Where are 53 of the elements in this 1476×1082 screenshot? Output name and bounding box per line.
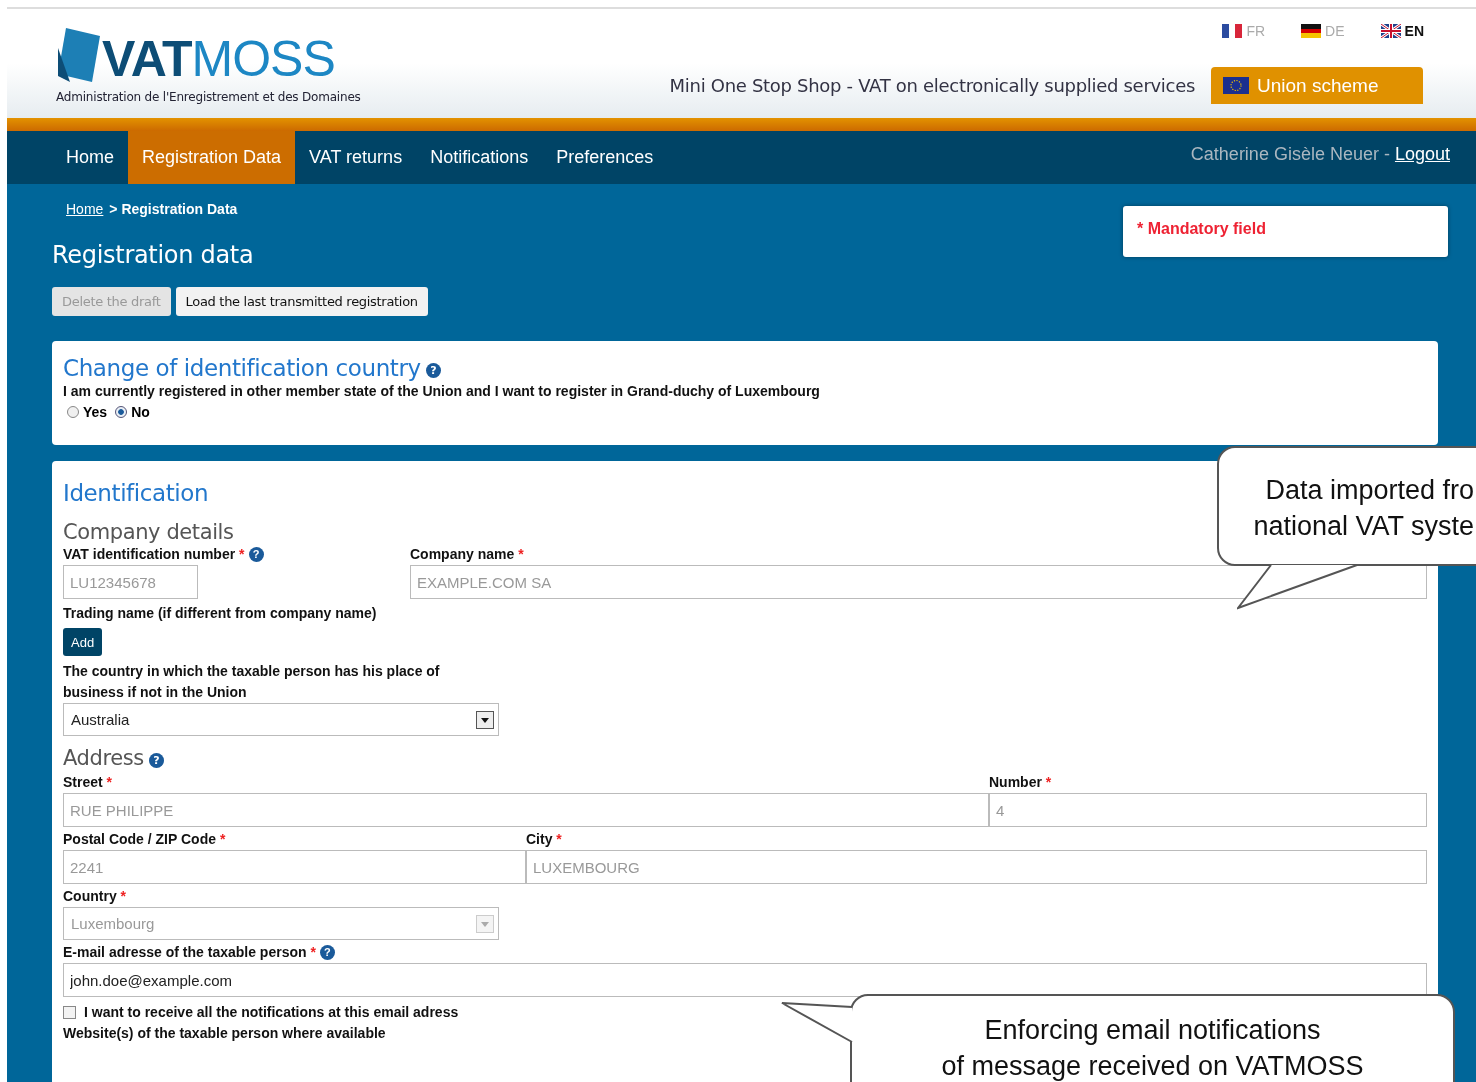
help-icon[interactable]: ? [319, 945, 335, 960]
organization-name: Administration de l'Enregistrement et des Domaines [56, 90, 361, 104]
field-label: Website(s) of the taxable person where available [63, 1024, 386, 1043]
radio-label: No [131, 404, 150, 420]
field-label: Street * [63, 773, 113, 792]
checkbox-label: I want to receive all the notifications at this email adress [84, 1003, 459, 1022]
language-link[interactable]: EN [1380, 23, 1424, 39]
section-title: Change of identification country [63, 355, 421, 381]
user-name: Catherine Gisèle Neuer - [1190, 144, 1390, 165]
action-button[interactable]: Load the last transmitted registration [175, 287, 428, 316]
field-label: City * [526, 830, 562, 849]
logo-icon [56, 26, 100, 84]
question-text: I am currently registered in other member state of the Union and I want to register in Grand-duchy of Luxembourg [63, 382, 821, 401]
help-icon[interactable]: ? [425, 363, 441, 378]
field-label: VAT identification number * [63, 545, 245, 564]
checkbox[interactable] [63, 1006, 76, 1019]
caret-icon [476, 914, 494, 933]
add-button[interactable]: Add [63, 628, 103, 656]
nav-tab[interactable]: Preferences [542, 131, 668, 184]
subsection-title: Address [63, 746, 144, 770]
breadcrumb-link[interactable]: Home [66, 201, 104, 217]
page-title: Registration data [52, 241, 255, 269]
tagline: Mini One Stop Shop - VAT on electronically supplied services [669, 75, 1195, 98]
eu-flag-icon [1223, 77, 1249, 94]
callout: Enforcing email notifications of message received on VATMOSS [850, 994, 1455, 1082]
radio-button[interactable] [67, 406, 79, 418]
flag-icon [1222, 24, 1243, 38]
radio-label: Yes [83, 404, 108, 420]
field-label: The country in which the taxable person has his place of business if not in the Union [63, 663, 440, 700]
section-title: Identification [63, 480, 209, 506]
breadcrumb-current: > Registration Data [109, 201, 238, 217]
nav-tab[interactable]: VAT returns [295, 131, 417, 184]
flag-icon [1301, 24, 1322, 38]
logout-link[interactable]: Logout [1394, 144, 1450, 165]
mandatory-legend: * Mandatory field [1123, 206, 1448, 257]
country-select[interactable]: Australia [63, 703, 499, 736]
field-label: Country * [63, 887, 126, 906]
field-label: E-mail adresse of the taxable person * [63, 943, 316, 962]
field-label: Trading name (if different from company name) [63, 604, 377, 623]
field-label: Company name * [410, 545, 524, 564]
field-label: Postal Code / ZIP Code * [63, 830, 226, 849]
field-label: Number * [989, 773, 1052, 792]
nav-tab[interactable]: Registration Data [128, 131, 296, 184]
logo-text: VATMOSS [102, 34, 335, 84]
nav-tab[interactable]: Notifications [416, 131, 543, 184]
callout-pointer [781, 1002, 853, 1044]
help-icon[interactable]: ? [148, 753, 164, 768]
caret-icon [476, 710, 494, 729]
nav-tab[interactable]: Home [52, 131, 128, 184]
email-field[interactable]: john.doe@example.com [63, 963, 1427, 997]
flag-icon [1380, 24, 1401, 38]
radio-button[interactable] [115, 406, 128, 418]
subsection-title: Company details [63, 520, 234, 544]
